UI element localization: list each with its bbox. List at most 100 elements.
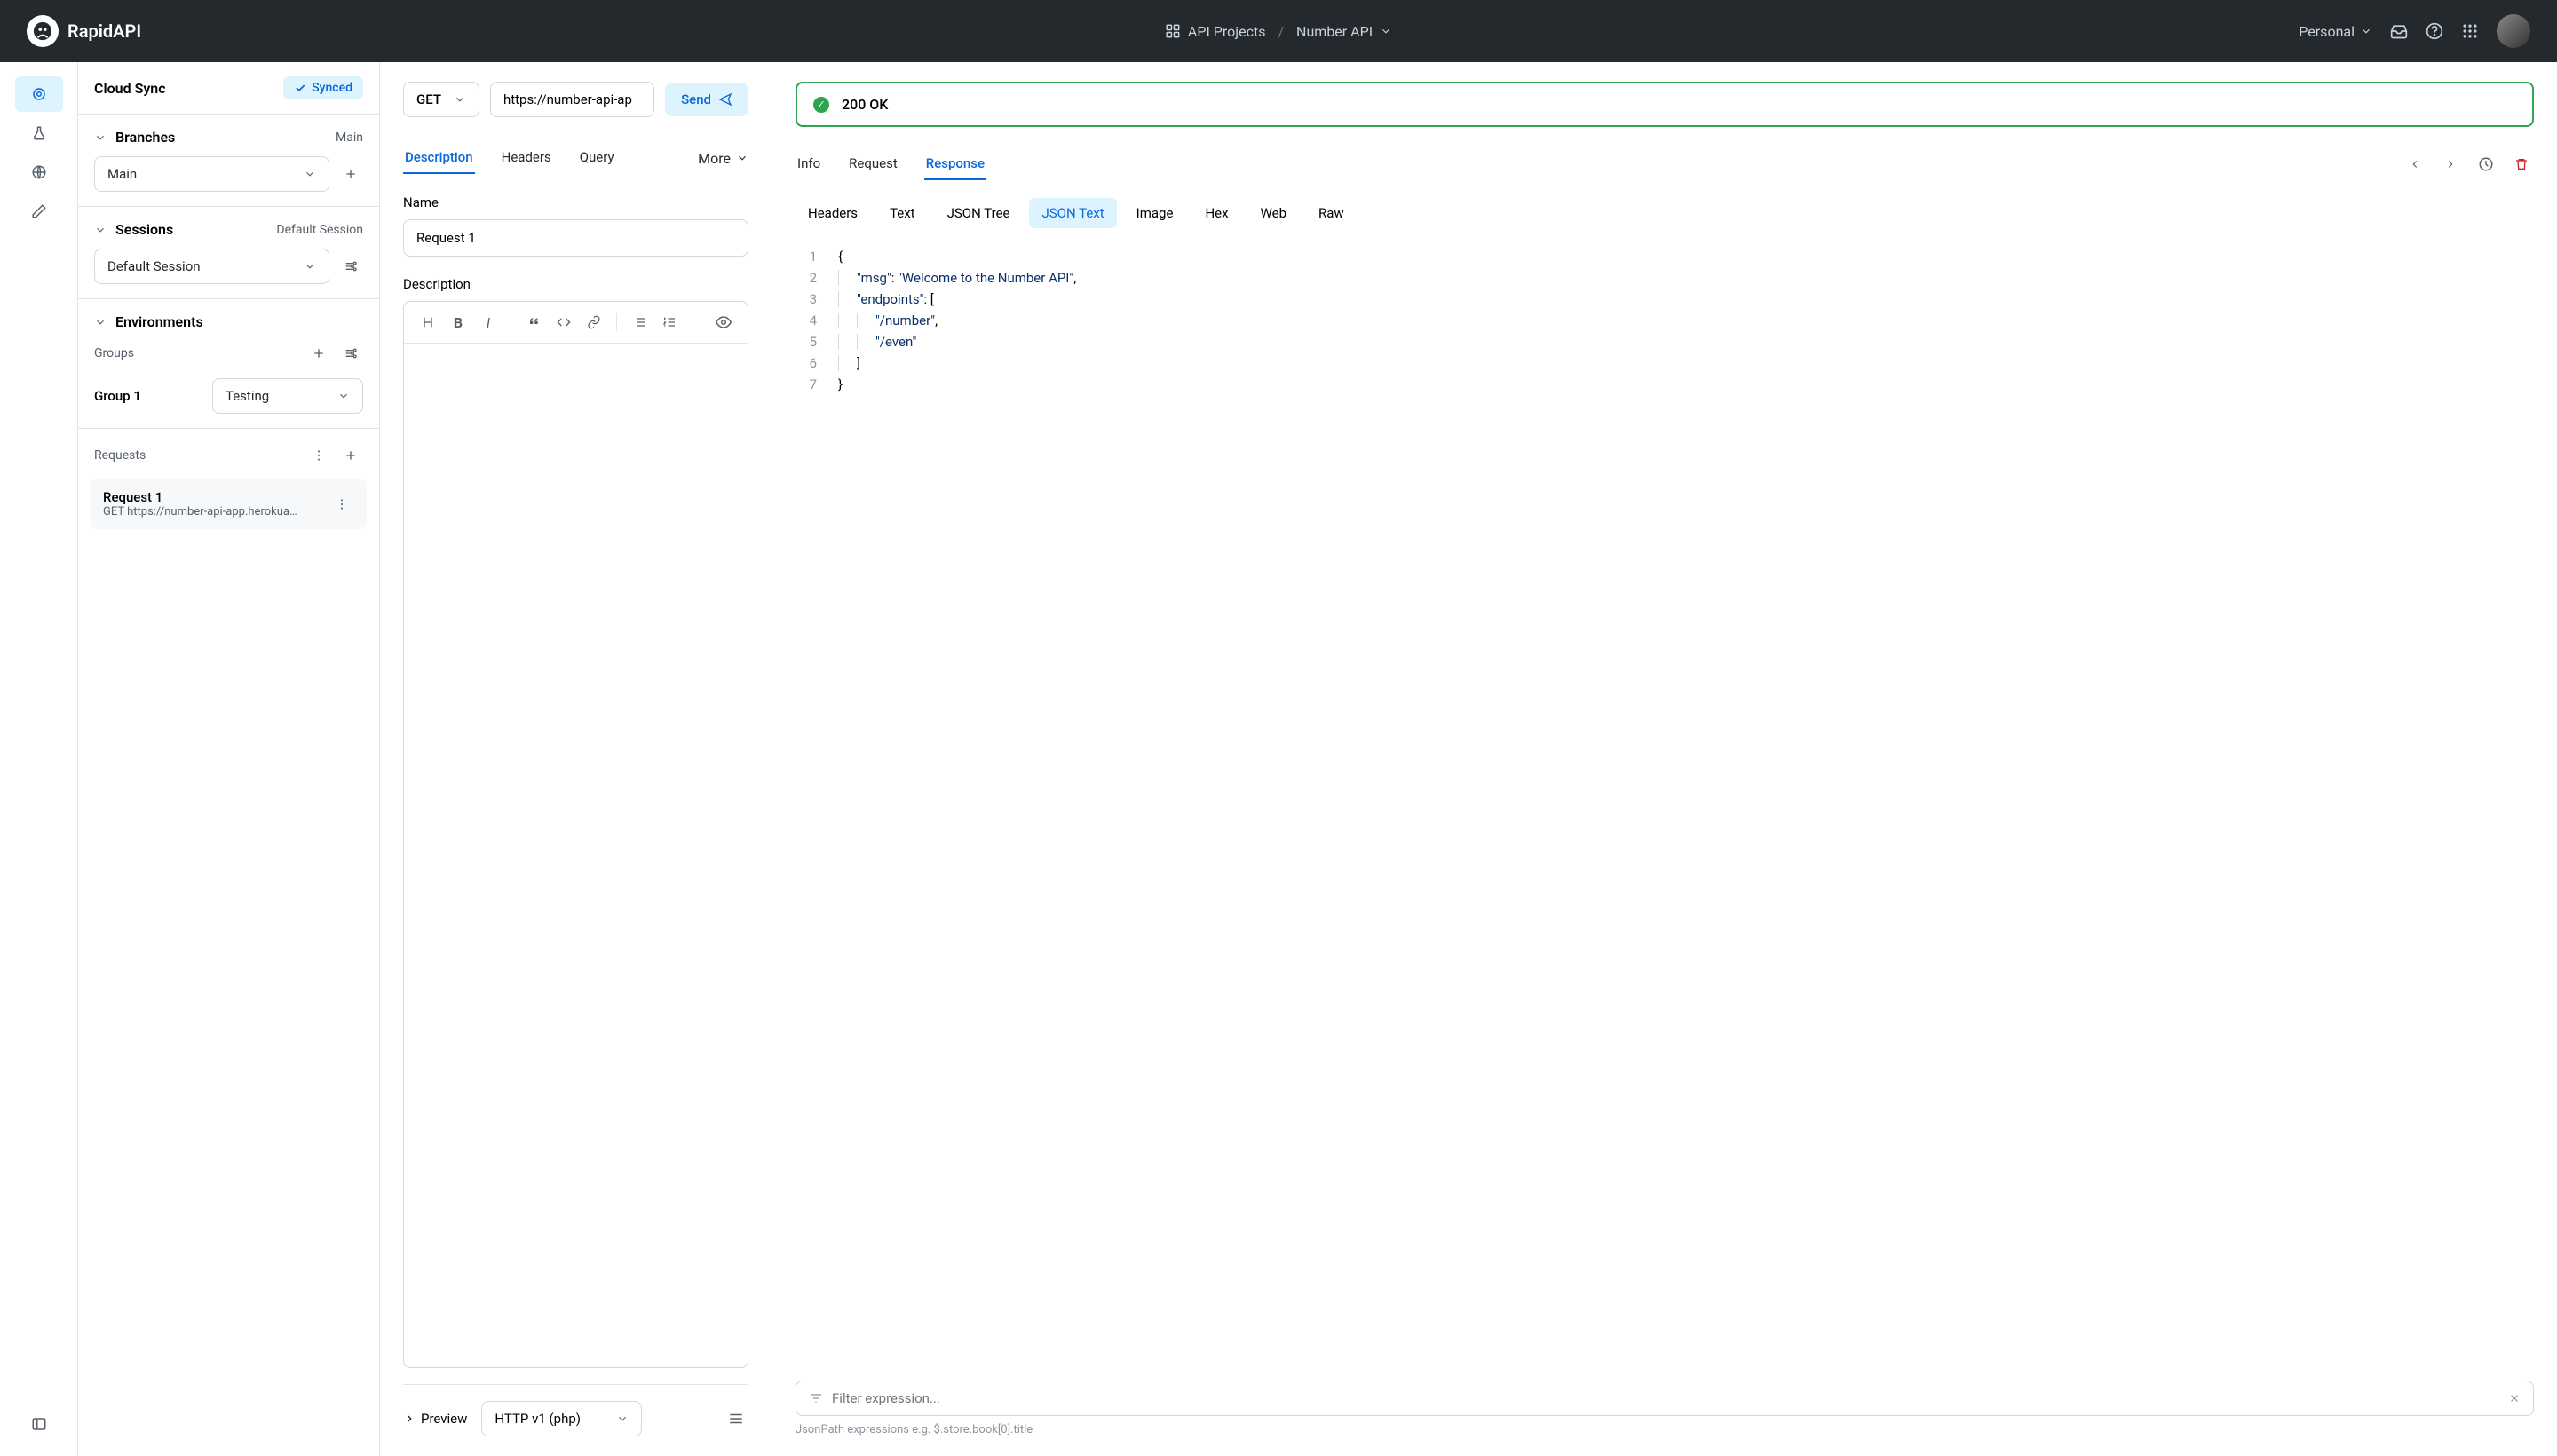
rail-collapse-icon[interactable] [15, 1406, 63, 1442]
rail-flask-icon[interactable] [15, 115, 63, 151]
chevron-down-icon[interactable] [94, 131, 107, 144]
chevron-down-icon[interactable] [94, 316, 107, 328]
group-settings-button[interactable] [338, 341, 363, 366]
filter-input-field[interactable] [832, 1390, 2499, 1406]
rail-globe-icon[interactable] [15, 154, 63, 190]
method-select[interactable]: GET [403, 82, 479, 117]
clear-icon[interactable] [2508, 1392, 2521, 1405]
tab-info[interactable]: Info [796, 148, 822, 180]
method-select-value: GET [416, 91, 441, 107]
chevron-down-icon [304, 168, 316, 180]
main: Cloud Sync Synced Branches Main Main [0, 62, 2557, 1456]
preview-toggle[interactable]: Preview [403, 1411, 467, 1427]
sub-tab-text[interactable]: Text [877, 198, 928, 228]
code-icon[interactable] [550, 309, 577, 336]
history-icon[interactable] [2474, 152, 2498, 177]
request-item[interactable]: Request 1 GET https://number-api-app.her… [91, 479, 367, 529]
sub-tab-web[interactable]: Web [1248, 198, 1299, 228]
request-item-menu[interactable] [329, 492, 354, 517]
list-icon[interactable] [626, 309, 653, 336]
breadcrumb-projects[interactable]: API Projects [1165, 23, 1266, 40]
link-icon[interactable] [581, 309, 607, 336]
sub-tab-json-text[interactable]: JSON Text [1029, 198, 1116, 228]
quote-icon[interactable] [520, 309, 547, 336]
chevron-right-icon [403, 1412, 416, 1425]
account-label: Personal [2299, 23, 2355, 40]
environment-select[interactable]: Testing [212, 378, 363, 414]
send-button[interactable]: Send [665, 83, 748, 116]
add-group-button[interactable] [306, 341, 331, 366]
tab-headers[interactable]: Headers [500, 142, 553, 174]
session-select[interactable]: Default Session [94, 249, 329, 284]
description-body[interactable] [404, 344, 748, 1367]
tab-description[interactable]: Description [403, 142, 475, 174]
numbered-list-icon[interactable] [656, 309, 683, 336]
send-icon [718, 92, 732, 107]
inbox-icon[interactable] [2390, 22, 2408, 40]
preview-icon[interactable] [710, 309, 737, 336]
add-request-button[interactable] [338, 443, 363, 468]
help-icon[interactable] [2426, 22, 2443, 40]
content: GET https://number-api-ap Send Descripti… [380, 62, 2557, 1456]
chevron-down-icon [616, 1412, 629, 1425]
apps-icon[interactable] [2461, 22, 2479, 40]
language-select[interactable]: HTTP v1 (php) [481, 1401, 642, 1436]
synced-badge[interactable]: Synced [283, 76, 363, 99]
branch-select[interactable]: Main [94, 156, 329, 192]
requests-label: Requests [94, 448, 146, 463]
rail-edit-icon[interactable] [15, 194, 63, 229]
logo-icon [27, 15, 59, 47]
prev-button[interactable] [2403, 152, 2427, 177]
delete-button[interactable] [2509, 152, 2534, 177]
sub-tab-image[interactable]: Image [1124, 198, 1186, 228]
breadcrumb-projects-label: API Projects [1188, 23, 1266, 40]
brand-name: RapidAPI [67, 20, 141, 42]
status-text: 200 OK [842, 96, 888, 113]
chevron-down-icon [736, 152, 748, 164]
sub-tab-raw[interactable]: Raw [1306, 198, 1357, 228]
sidebar: Cloud Sync Synced Branches Main Main [78, 62, 380, 1456]
account-dropdown[interactable]: Personal [2299, 23, 2372, 40]
branches-label: Branches [115, 129, 175, 146]
sub-tab-hex[interactable]: Hex [1192, 198, 1240, 228]
brand: RapidAPI [27, 15, 141, 47]
bold-icon[interactable]: B [445, 309, 471, 336]
icon-rail [0, 62, 78, 1456]
breadcrumb-current[interactable]: Number API [1296, 23, 1392, 40]
chevron-down-icon[interactable] [94, 224, 107, 236]
tab-more[interactable]: More [698, 150, 748, 167]
heading-icon[interactable] [415, 309, 441, 336]
filter-input[interactable] [796, 1381, 2534, 1416]
json-viewer[interactable]: 1{2"msg": "Welcome to the Number API",3"… [796, 246, 2534, 1368]
tab-response[interactable]: Response [924, 148, 986, 180]
request-tabs: Description Headers Query More [403, 142, 748, 175]
response-panel: ✓ 200 OK Info Request Response HeadersTe… [772, 62, 2557, 1456]
json-line: 3"endpoints": [ [796, 289, 2534, 310]
tab-request[interactable]: Request [847, 148, 899, 180]
sessions-label: Sessions [115, 221, 173, 238]
send-button-label: Send [681, 91, 711, 107]
session-settings-button[interactable] [338, 254, 363, 279]
request-panel: GET https://number-api-ap Send Descripti… [380, 62, 772, 1456]
requests-section: Requests Request 1 GET https://number-ap… [78, 429, 379, 1456]
json-line: 5"/even" [796, 331, 2534, 352]
tab-more-label: More [698, 150, 731, 167]
requests-more-button[interactable] [306, 443, 331, 468]
status-badge: ✓ 200 OK [796, 82, 2534, 127]
branch-select-value: Main [107, 166, 137, 182]
avatar[interactable] [2497, 14, 2530, 48]
italic-icon[interactable]: I [475, 309, 502, 336]
sub-tab-headers[interactable]: Headers [796, 198, 870, 228]
request-item-name: Request 1 [103, 489, 297, 505]
add-branch-button[interactable] [338, 162, 363, 186]
url-input[interactable]: https://number-api-ap [490, 82, 654, 117]
name-input[interactable] [403, 219, 748, 257]
next-button[interactable] [2438, 152, 2463, 177]
rail-sync-icon[interactable] [15, 76, 63, 112]
breadcrumb-current-label: Number API [1296, 23, 1373, 40]
sub-tab-json-tree[interactable]: JSON Tree [935, 198, 1023, 228]
tab-query[interactable]: Query [578, 142, 616, 174]
filter-hint: JsonPath expressions e.g. $.store.book[0… [796, 1423, 2534, 1436]
preview-menu-button[interactable] [724, 1406, 748, 1431]
json-line: 7} [796, 374, 2534, 395]
